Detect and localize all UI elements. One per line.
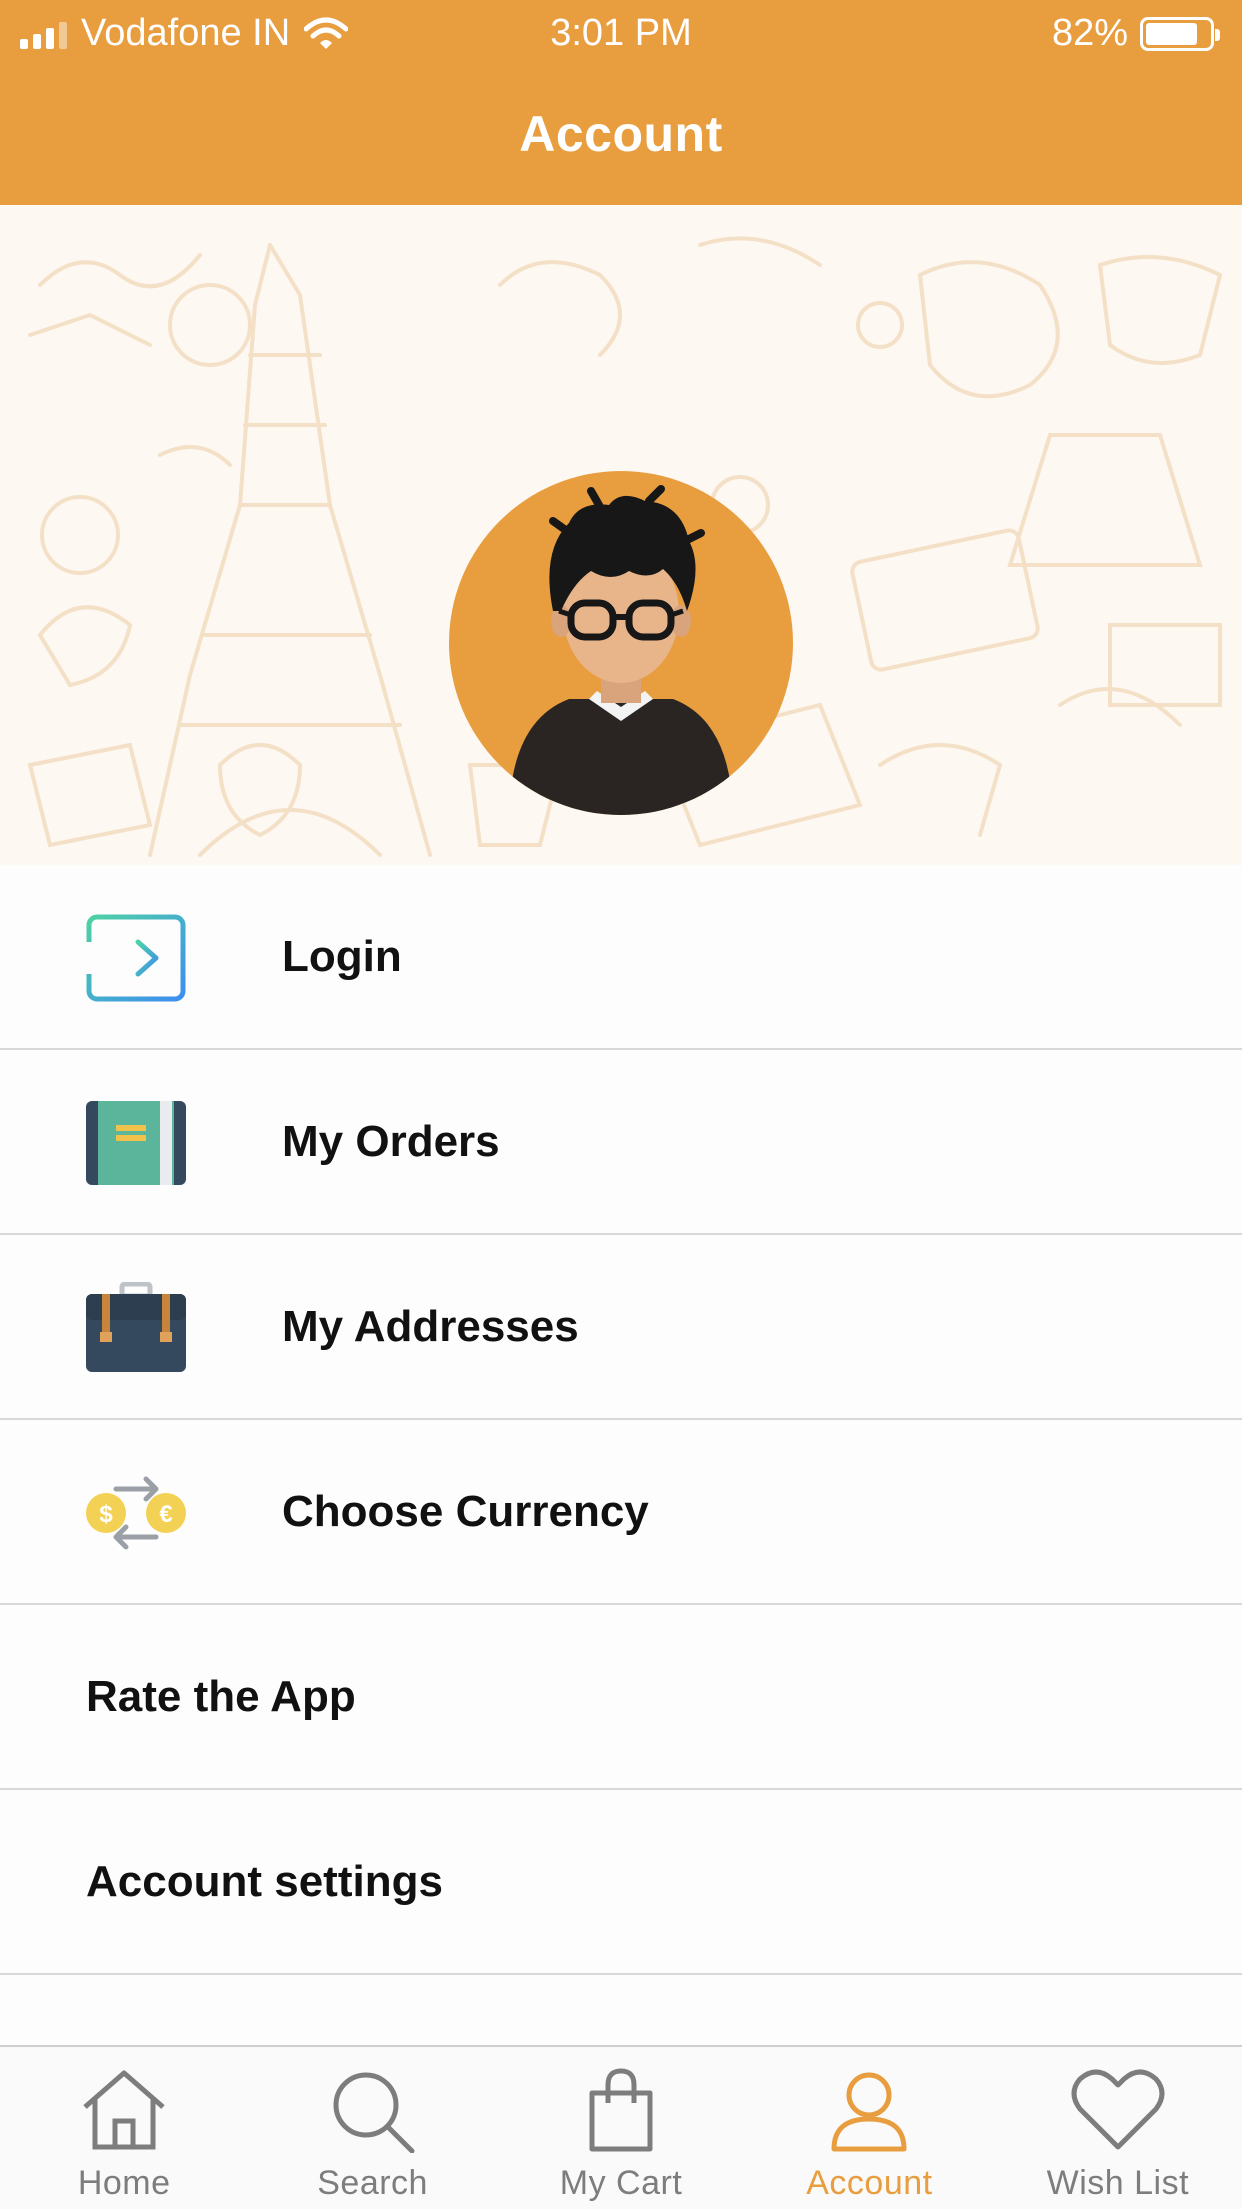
status-bar: Vodafone IN 3:01 PM 82% xyxy=(0,0,1242,68)
app-header: Vodafone IN 3:01 PM 82% Account xyxy=(0,0,1242,205)
profile-hero xyxy=(0,205,1242,865)
currency-exchange-icon: $ € xyxy=(84,1467,188,1559)
tab-label: Account xyxy=(806,2164,933,2202)
battery-level xyxy=(1146,22,1197,45)
tab-label: Search xyxy=(317,2164,428,2202)
search-icon xyxy=(333,2072,415,2153)
svg-text:$: $ xyxy=(99,1501,113,1528)
menu-item-account-settings[interactable]: Account settings xyxy=(0,1790,1242,1975)
home-icon xyxy=(83,2070,165,2150)
battery-percent: 82% xyxy=(1051,12,1128,54)
menu-item-label: Choose Currency xyxy=(282,1486,649,1536)
bottom-tab-bar: Home Search My Cart Account Wish List xyxy=(0,2045,1242,2209)
briefcase-icon xyxy=(84,1282,188,1374)
menu-item-label: Rate the App xyxy=(86,1671,356,1721)
menu-item-rate-app[interactable]: Rate the App xyxy=(0,1605,1242,1790)
shopping-bag-icon xyxy=(589,2068,653,2152)
tab-label: My Cart xyxy=(559,2164,683,2202)
heart-icon xyxy=(1071,2069,1165,2150)
menu-item-label: Login xyxy=(282,931,402,981)
account-menu: Login My Orders My Addresses $ € Choose … xyxy=(0,865,1242,1975)
page-title: Account xyxy=(519,106,723,162)
menu-item-login[interactable]: Login xyxy=(0,865,1242,1050)
tab-label: Wish List xyxy=(1046,2164,1190,2202)
menu-item-label: Account settings xyxy=(86,1856,443,1906)
tab-search[interactable]: Search xyxy=(248,2047,496,2209)
user-avatar-illustration xyxy=(509,485,733,815)
tab-account[interactable]: Account xyxy=(745,2047,993,2209)
menu-item-label: My Addresses xyxy=(282,1301,579,1351)
menu-item-my-orders[interactable]: My Orders xyxy=(0,1050,1242,1235)
svg-text:€: € xyxy=(159,1501,172,1528)
orders-book-icon xyxy=(84,1097,188,1189)
menu-item-my-addresses[interactable]: My Addresses xyxy=(0,1235,1242,1420)
tab-wish-list[interactable]: Wish List xyxy=(994,2047,1242,2209)
user-icon xyxy=(831,2072,907,2152)
avatar xyxy=(449,471,793,815)
tab-home[interactable]: Home xyxy=(0,2047,248,2209)
tab-label: Home xyxy=(77,2164,171,2202)
menu-item-choose-currency[interactable]: $ € Choose Currency xyxy=(0,1420,1242,1605)
menu-item-label: My Orders xyxy=(282,1116,500,1166)
login-icon xyxy=(84,912,188,1004)
tab-my-cart[interactable]: My Cart xyxy=(497,2047,745,2209)
battery-icon xyxy=(1140,16,1220,51)
